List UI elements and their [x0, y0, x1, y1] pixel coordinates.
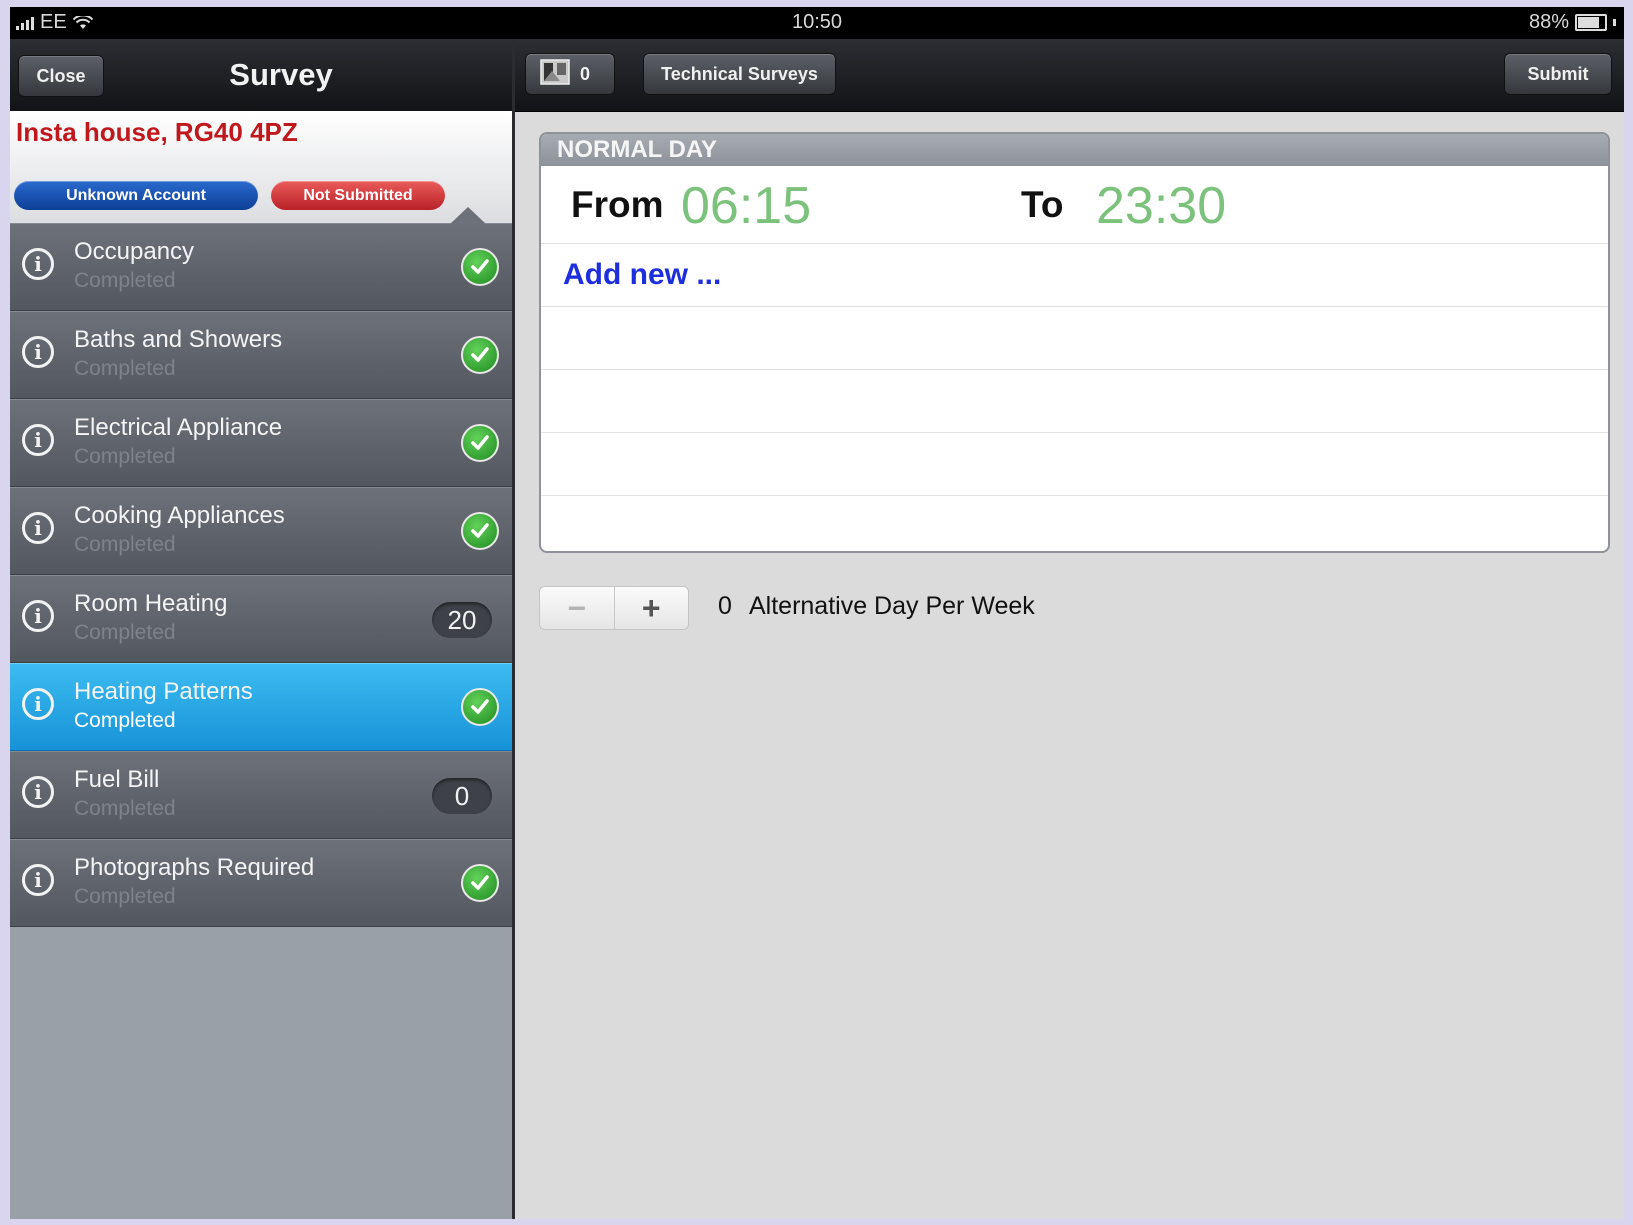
- from-time[interactable]: 06:15: [681, 176, 811, 236]
- section-row-photographs-required[interactable]: i Photographs Required Completed: [10, 839, 512, 927]
- section-row-electrical-appliance[interactable]: i Electrical Appliance Completed: [10, 399, 512, 487]
- survey-title: Survey: [229, 57, 333, 92]
- alternative-day-count: 0: [718, 592, 732, 620]
- battery-icon: [1575, 14, 1607, 31]
- info-icon[interactable]: i: [22, 248, 54, 280]
- survey-header: Insta house, RG40 4PZ Unknown Account No…: [10, 111, 512, 223]
- info-icon[interactable]: i: [22, 336, 54, 368]
- section-title: Room Heating: [74, 590, 228, 617]
- battery-tip: [1613, 19, 1616, 26]
- technical-surveys-button[interactable]: Technical Surveys: [643, 53, 836, 95]
- section-title: Baths and Showers: [74, 326, 283, 353]
- submission-status-badge: Not Submitted: [271, 181, 445, 210]
- section-row-fuel-bill[interactable]: i Fuel Bill Completed 0: [10, 751, 512, 839]
- section-status: Completed: [74, 797, 176, 820]
- empty-row: [541, 370, 1608, 433]
- photo-count: 0: [580, 63, 591, 84]
- battery-indicator: 88%: [1529, 11, 1616, 34]
- section-status: Completed: [74, 709, 176, 732]
- info-icon[interactable]: i: [22, 600, 54, 632]
- completed-check-icon: [461, 336, 499, 374]
- section-title: Photographs Required: [74, 854, 315, 881]
- section-status: Completed: [74, 357, 176, 380]
- empty-row: [541, 433, 1608, 496]
- completed-check-icon: [461, 688, 499, 726]
- info-icon[interactable]: i: [22, 424, 54, 456]
- info-icon[interactable]: i: [22, 512, 54, 544]
- section-row-heating-patterns[interactable]: i Heating Patterns Completed: [10, 663, 512, 751]
- empty-row: [541, 307, 1608, 370]
- section-status: Completed: [74, 445, 176, 468]
- battery-fill: [1578, 17, 1600, 28]
- alternative-day-stepper: − +: [539, 586, 689, 630]
- add-new-link[interactable]: Add new ...: [563, 258, 721, 292]
- photo-icon: [540, 58, 570, 90]
- from-label: From: [571, 184, 664, 225]
- photos-button[interactable]: 0: [525, 53, 615, 95]
- left-nav-bar: Close Survey: [10, 39, 512, 112]
- section-row-room-heating[interactable]: i Room Heating Completed 20: [10, 575, 512, 663]
- status-time: 10:50: [791, 11, 843, 33]
- info-icon[interactable]: i: [22, 864, 54, 896]
- item-count-badge: 0: [432, 778, 492, 814]
- property-address: Insta house, RG40 4PZ: [16, 117, 298, 147]
- section-list: i Occupancy Completed i Baths and Showers Com…: [10, 223, 512, 927]
- section-title: Cooking Appliances: [74, 502, 285, 529]
- info-icon[interactable]: i: [22, 776, 54, 808]
- time-range-row[interactable]: From 06:15 To 23:30: [541, 166, 1608, 244]
- increment-button[interactable]: +: [614, 587, 688, 629]
- info-icon[interactable]: i: [22, 688, 54, 720]
- completed-check-icon: [461, 424, 499, 462]
- section-row-baths-and-showers[interactable]: i Baths and Showers Completed: [10, 311, 512, 399]
- section-status: Completed: [74, 533, 176, 556]
- status-bar: EE 10:50 88%: [10, 7, 1624, 39]
- right-nav-bar: 0 Technical Surveys Submit: [515, 39, 1624, 112]
- section-title: Fuel Bill: [74, 766, 160, 793]
- section-title: Electrical Appliance: [74, 414, 283, 441]
- normal-day-header: NORMAL DAY: [541, 134, 1608, 166]
- ipad-screen: EE 10:50 88% Close Survey Insta house, R…: [10, 7, 1624, 1219]
- section-status: Completed: [74, 621, 176, 644]
- completed-check-icon: [461, 512, 499, 550]
- to-label: To: [1021, 184, 1064, 225]
- normal-day-table: NORMAL DAY From 06:15 To 23:30 Add new .…: [539, 132, 1610, 553]
- section-title: Occupancy: [74, 238, 195, 265]
- section-status: Completed: [74, 269, 176, 292]
- section-row-cooking-appliances[interactable]: i Cooking Appliances Completed: [10, 487, 512, 575]
- section-title: Heating Patterns: [74, 678, 253, 705]
- to-time[interactable]: 23:30: [1096, 176, 1226, 236]
- completed-check-icon: [461, 864, 499, 902]
- item-count-badge: 20: [432, 602, 492, 638]
- account-status-badge: Unknown Account: [14, 181, 258, 210]
- section-status: Completed: [74, 885, 176, 908]
- add-new-row[interactable]: Add new ...: [541, 244, 1608, 307]
- alternative-day-label: Alternative Day Per Week: [749, 592, 1035, 620]
- battery-percent: 88%: [1528, 11, 1569, 33]
- section-row-occupancy[interactable]: i Occupancy Completed: [10, 223, 512, 311]
- heating-patterns-detail: NORMAL DAY From 06:15 To 23:30 Add new .…: [515, 112, 1624, 1219]
- completed-check-icon: [461, 248, 499, 286]
- selection-pointer: [450, 207, 486, 224]
- submit-button[interactable]: Submit: [1504, 53, 1612, 95]
- decrement-button[interactable]: −: [540, 587, 615, 629]
